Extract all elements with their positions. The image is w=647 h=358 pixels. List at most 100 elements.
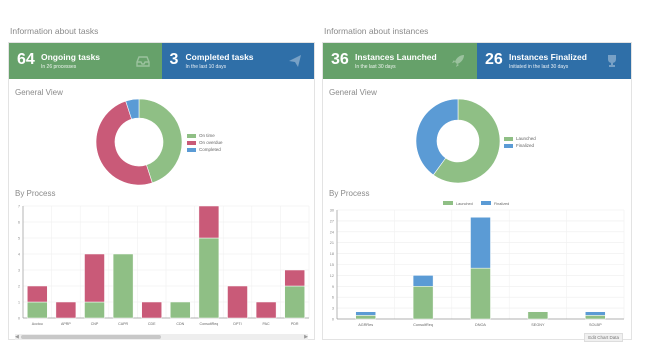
bar-segment[interactable] [255, 301, 277, 319]
by-process-title: By Process [329, 189, 370, 198]
scroll-left-icon[interactable]: ◀ [15, 334, 19, 340]
legend-label: Launched [516, 136, 536, 141]
legend-swatch [187, 147, 196, 152]
x-tick-label: ConsultReq [200, 322, 219, 326]
legend-swatch [187, 133, 196, 138]
tasks-donut-chart [95, 98, 183, 191]
legend-label: Finalized [494, 202, 509, 206]
y-tick-label: 24 [330, 230, 334, 234]
by-process-title: By Process [15, 189, 56, 198]
bar-segment[interactable] [141, 301, 162, 319]
completed-tasks-kpi[interactable]: 3 Completed tasks In the last 10 days [161, 43, 314, 79]
y-tick-label: 7 [18, 205, 20, 209]
x-tick-label: CAPR [118, 322, 128, 326]
legend-swatch [504, 143, 513, 148]
bar-segment[interactable] [470, 267, 491, 320]
kpi-label: Completed tasks [185, 52, 254, 62]
y-tick-label: 3 [332, 307, 334, 311]
y-tick-label: 30 [330, 209, 334, 213]
bar-segment[interactable] [198, 237, 220, 319]
legend-swatch [443, 201, 453, 205]
chart-horizontal-scrollbar[interactable]: ◀ ▶ [15, 334, 308, 340]
legend-swatch [187, 140, 196, 145]
scroll-right-icon[interactable]: ▶ [304, 334, 308, 340]
instances-finalized-kpi[interactable]: 26 Instances Finalized Initiated in the … [477, 43, 631, 79]
bar-segment[interactable] [112, 253, 134, 319]
y-tick-label: 1 [18, 301, 20, 305]
bar-segment[interactable] [84, 301, 105, 319]
x-tick-label: CDN [176, 322, 184, 326]
legend-item[interactable]: On time [187, 132, 223, 139]
edit-chart-data-button[interactable]: Edit Chart Data [584, 333, 623, 342]
y-tick-label: 4 [18, 253, 20, 257]
bar-segment[interactable] [198, 205, 220, 239]
inbox-icon [135, 56, 150, 67]
y-tick-label: 15 [330, 263, 334, 267]
legend-swatch [481, 201, 491, 205]
x-tick-label: SEGNY [531, 323, 545, 327]
kpi-sublabel: Initiated in the last 30 days [509, 64, 569, 70]
tasks-card: 64 Ongoing tasks In 26 processes 3 Compl… [8, 42, 315, 340]
legend-item[interactable]: Finalized [504, 142, 536, 149]
ongoing-tasks-kpi[interactable]: 64 Ongoing tasks In 26 processes [9, 43, 162, 79]
legend-label: Launched [456, 202, 473, 206]
y-tick-label: 5 [18, 237, 20, 241]
bar-segment[interactable] [470, 217, 491, 269]
bar-segment[interactable] [84, 253, 105, 303]
legend-label: On time [199, 133, 215, 138]
kpi-sublabel: In the last 30 days [355, 64, 396, 70]
general-view-title: General View [15, 88, 63, 97]
x-tick-label: DNOA [475, 323, 486, 327]
bar-segment[interactable] [355, 315, 376, 320]
bar-segment[interactable] [585, 311, 606, 316]
bar-segment[interactable] [27, 285, 48, 303]
kpi-sublabel: In the last 10 days [185, 64, 227, 70]
y-tick-label: 12 [330, 274, 334, 278]
kpi-number: 3 [169, 51, 179, 68]
legend-label: On overdue [199, 140, 223, 145]
kpi-number: 64 [17, 51, 35, 68]
bar-segment[interactable] [284, 285, 305, 319]
y-tick-label: 18 [330, 252, 334, 256]
x-tick-label: PDR [291, 322, 299, 326]
instances-panel-title: Information about instances [324, 26, 429, 36]
kpi-sublabel: In 26 processes [41, 64, 77, 70]
legend-item[interactable]: Completed [187, 146, 223, 153]
x-tick-label: ConsultReq [413, 323, 433, 327]
general-view-title: General View [329, 88, 377, 97]
y-tick-label: 2 [18, 285, 20, 289]
kpi-number: 26 [485, 51, 503, 68]
y-tick-label: 6 [332, 296, 334, 300]
legend-label: Finalized [516, 143, 535, 148]
kpi-number: 36 [331, 51, 349, 68]
bar-segment[interactable] [27, 301, 48, 319]
paper-plane-icon [289, 55, 301, 67]
y-tick-label: 6 [18, 221, 20, 225]
kpi-label: Instances Launched [355, 52, 437, 62]
y-tick-label: 9 [332, 285, 334, 289]
bar-segment[interactable] [412, 275, 434, 287]
y-tick-label: 27 [330, 219, 334, 223]
bar-segment[interactable] [412, 286, 434, 320]
bar-segment[interactable] [527, 311, 549, 320]
scrollbar-thumb[interactable] [21, 335, 161, 339]
tasks-panel-title: Information about tasks [10, 26, 99, 36]
legend-item[interactable]: On overdue [187, 139, 223, 146]
instances-launched-kpi[interactable]: 36 Instances Launched In the last 30 day… [323, 43, 477, 79]
instances-panel: Information about instances 36 Instances… [322, 22, 632, 342]
y-tick-label: 0 [332, 318, 334, 322]
instances-card: 36 Instances Launched In the last 30 day… [322, 42, 632, 342]
x-tick-label: PAC [263, 322, 271, 326]
bar-segment[interactable] [355, 311, 376, 316]
legend-item[interactable]: Launched [504, 135, 536, 142]
bar-segment[interactable] [585, 315, 606, 320]
bar-segment[interactable] [170, 301, 191, 319]
tasks-by-process-chart: 0 1 2 3 4 5 6 7 Acctou APRP CNP CAPR CDE CDN ConsultRe… [9, 201, 314, 338]
instances-kpis: 36 Instances Launched In the last 30 day… [323, 43, 631, 79]
bar-segment[interactable] [227, 285, 248, 319]
legend-swatch [504, 136, 513, 141]
bar-segment[interactable] [284, 269, 305, 287]
bar-segment[interactable] [55, 301, 77, 319]
tasks-donut-legend: On time On overdue Completed [187, 132, 223, 153]
x-tick-label: CDE [148, 322, 156, 326]
